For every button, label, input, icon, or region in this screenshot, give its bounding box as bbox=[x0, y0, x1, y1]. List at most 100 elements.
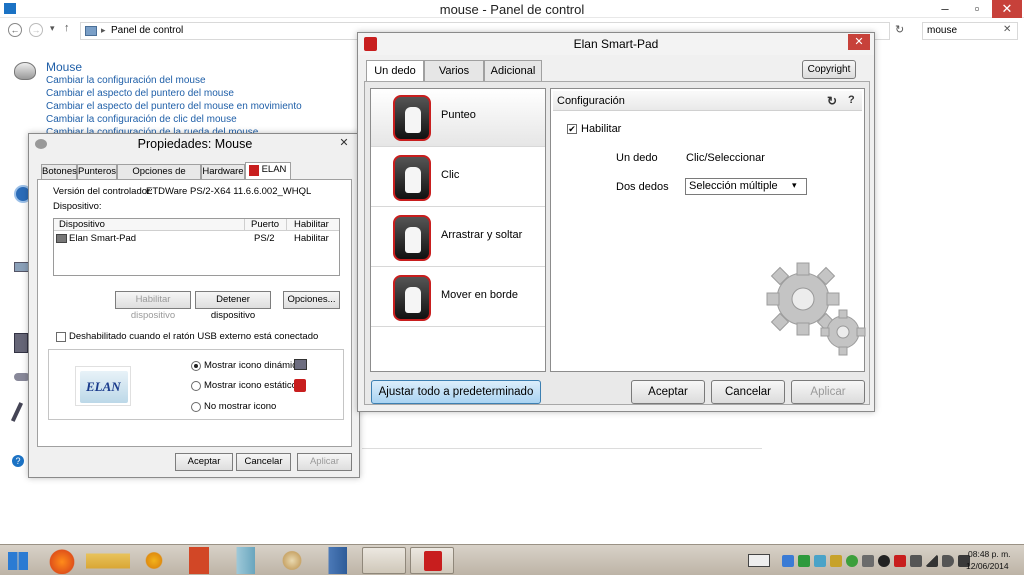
flag-icon[interactable] bbox=[910, 555, 922, 567]
help-icon[interactable]: ? bbox=[12, 455, 24, 467]
volume-icon[interactable] bbox=[942, 555, 954, 567]
link-pointer-moving[interactable]: Cambiar el aspecto del puntero del mouse… bbox=[46, 101, 302, 112]
tab-opciones-puntero[interactable]: Opciones de puntero bbox=[117, 164, 201, 191]
control-panel-icon[interactable] bbox=[316, 547, 360, 574]
gesture-item-punteo[interactable]: Punteo bbox=[371, 89, 545, 147]
file-explorer-icon[interactable] bbox=[86, 547, 130, 574]
enable-device-button[interactable]: Habilitar dispositivo bbox=[115, 291, 191, 321]
tab-un-dedo[interactable]: Un dedo bbox=[366, 60, 424, 82]
gesture-item-mover-borde[interactable]: Mover en borde bbox=[371, 269, 545, 327]
tray-icon[interactable] bbox=[782, 555, 794, 567]
back-arrow-icon[interactable]: ← bbox=[8, 23, 22, 37]
copyright-button[interactable]: Copyright bbox=[802, 60, 856, 79]
radio-no-icon[interactable] bbox=[191, 402, 201, 412]
breadcrumb[interactable]: Panel de control bbox=[111, 25, 183, 36]
maximize-icon[interactable]: ▫ bbox=[962, 0, 992, 18]
edge-move-gesture-icon bbox=[393, 275, 431, 321]
minimize-icon[interactable]: – bbox=[930, 0, 960, 18]
enable-checkbox[interactable]: ✔ bbox=[567, 124, 577, 134]
device-icon bbox=[56, 234, 67, 243]
tray-icon[interactable] bbox=[862, 555, 874, 567]
clock-date[interactable]: 12/06/2014 bbox=[966, 561, 1009, 571]
recent-dropdown-icon[interactable]: ▾ bbox=[50, 23, 55, 34]
enable-label: Habilitar bbox=[581, 123, 622, 135]
radio-dynamic-label: Mostrar icono dinámico bbox=[204, 360, 303, 371]
paint-icon[interactable] bbox=[270, 547, 314, 574]
keyboard-icon[interactable] bbox=[748, 554, 770, 567]
help-icon[interactable]: ? bbox=[848, 94, 855, 106]
firefox-icon[interactable] bbox=[40, 547, 84, 574]
apply-button[interactable]: Aplicar bbox=[791, 380, 865, 404]
link-mouse-settings[interactable]: Cambiar la configuración del mouse bbox=[46, 75, 206, 86]
tab-elan[interactable]: ELAN bbox=[245, 162, 291, 180]
tab-elan-label: ELAN bbox=[261, 164, 287, 175]
gesture-label: Clic bbox=[441, 169, 460, 181]
column-divider bbox=[244, 219, 245, 231]
mouse-icon bbox=[14, 62, 36, 80]
up-arrow-icon[interactable]: ↑ bbox=[64, 22, 70, 34]
refresh-icon[interactable]: ↻ bbox=[827, 94, 837, 108]
apply-button[interactable]: Aplicar bbox=[297, 453, 352, 471]
app-icon[interactable] bbox=[132, 547, 176, 574]
config-title: Configuración bbox=[557, 95, 625, 107]
one-finger-label: Un dedo bbox=[616, 152, 658, 164]
column-dispositivo: Dispositivo bbox=[59, 219, 105, 230]
stop-device-button[interactable]: Detener dispositivo bbox=[195, 291, 271, 321]
notes-icon[interactable] bbox=[224, 547, 268, 574]
tray-icon[interactable] bbox=[830, 555, 842, 567]
link-click-settings[interactable]: Cambiar la configuración de clic del mou… bbox=[46, 114, 237, 125]
radio-no-icon-label: No mostrar icono bbox=[204, 401, 277, 412]
search-input[interactable]: mouse ✕ bbox=[922, 22, 1018, 40]
mouse-task-icon[interactable] bbox=[362, 547, 406, 574]
start-windows-icon[interactable] bbox=[8, 552, 28, 570]
usb-disable-checkbox[interactable] bbox=[56, 332, 66, 342]
gesture-label: Punteo bbox=[441, 109, 476, 121]
tab-adicional[interactable]: Adicional bbox=[484, 60, 542, 82]
tab-botones[interactable]: Botones bbox=[41, 164, 77, 180]
divider bbox=[362, 448, 762, 449]
bluetooth-icon[interactable] bbox=[878, 555, 890, 567]
tab-hardware[interactable]: Hardware bbox=[201, 164, 245, 180]
tray-icon[interactable] bbox=[798, 555, 810, 567]
tray-icon[interactable] bbox=[814, 555, 826, 567]
device-name: Elan Smart-Pad bbox=[69, 233, 137, 244]
column-habilitar: Habilitar bbox=[294, 219, 329, 230]
close-icon[interactable]: ✕ bbox=[992, 0, 1022, 18]
forward-arrow-icon[interactable]: → bbox=[29, 23, 43, 37]
chevron-down-icon: ▾ bbox=[792, 180, 797, 190]
hand-shape bbox=[405, 227, 421, 253]
hand-shape bbox=[405, 287, 421, 313]
mouse-heading[interactable]: Mouse bbox=[46, 60, 82, 74]
device-status: Habilitar bbox=[294, 233, 329, 244]
close-icon[interactable]: ✕ bbox=[335, 136, 353, 150]
mouse-properties-dialog: Propiedades: Mouse ✕ Botones Punteros Op… bbox=[28, 133, 360, 478]
network-icon[interactable] bbox=[926, 555, 938, 567]
radio-static-icon[interactable] bbox=[191, 381, 201, 391]
elan-tray-icon[interactable] bbox=[894, 555, 906, 567]
search-value: mouse bbox=[927, 25, 958, 36]
clear-search-icon[interactable]: ✕ bbox=[1003, 24, 1011, 35]
ok-button[interactable]: Aceptar bbox=[175, 453, 233, 471]
two-finger-select[interactable]: Selección múltiple ▾ bbox=[685, 178, 807, 195]
cancel-button[interactable]: Cancelar bbox=[236, 453, 291, 471]
reset-defaults-button[interactable]: Ajustar todo a predeterminado bbox=[371, 380, 541, 404]
options-button[interactable]: Opciones... bbox=[283, 291, 340, 309]
powerpoint-icon[interactable] bbox=[178, 547, 222, 574]
radio-dynamic-icon[interactable] bbox=[191, 361, 201, 371]
gesture-item-clic[interactable]: Clic bbox=[371, 149, 545, 207]
ok-button[interactable]: Aceptar bbox=[631, 380, 705, 404]
elan-tab-panel: Punteo Clic Arrastrar y soltar Mover en … bbox=[364, 81, 870, 405]
gesture-item-arrastrar[interactable]: Arrastrar y soltar bbox=[371, 209, 545, 267]
refresh-icon[interactable]: ↻ bbox=[895, 23, 904, 36]
two-finger-label: Dos dedos bbox=[616, 181, 669, 193]
table-row[interactable]: Elan Smart-Pad PS/2 Habilitar bbox=[54, 233, 339, 246]
clock-time[interactable]: 08:48 p. m. bbox=[968, 549, 1011, 559]
tab-punteros[interactable]: Punteros bbox=[77, 164, 117, 180]
cancel-button[interactable]: Cancelar bbox=[711, 380, 785, 404]
elan-task-icon[interactable] bbox=[410, 547, 454, 574]
logo-text: ELAN bbox=[86, 379, 121, 394]
link-pointer-appearance[interactable]: Cambiar el aspecto del puntero del mouse bbox=[46, 88, 234, 99]
tab-varios-dedos[interactable]: Varios dedos bbox=[424, 60, 484, 97]
close-icon[interactable]: ✕ bbox=[848, 34, 870, 50]
tray-icon[interactable] bbox=[846, 555, 858, 567]
